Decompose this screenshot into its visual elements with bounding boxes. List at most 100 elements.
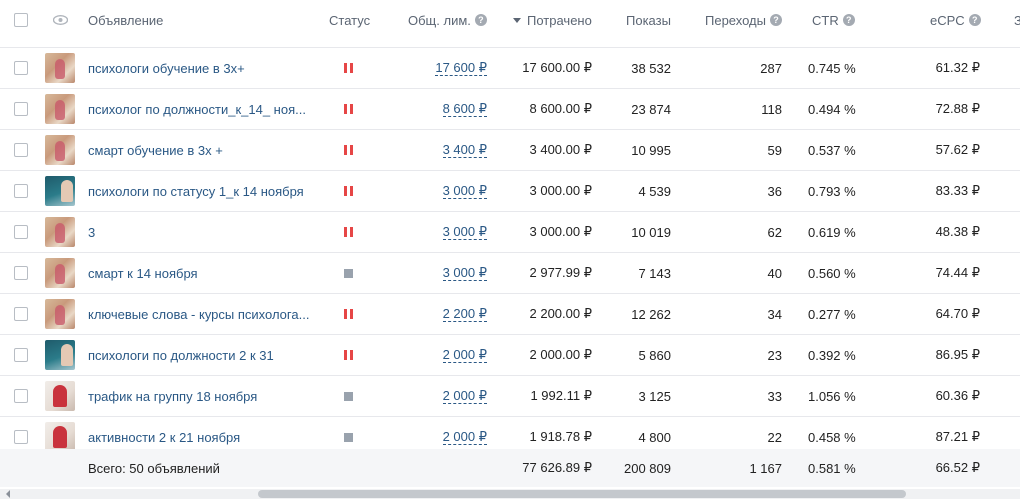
impressions-value: 12 262 xyxy=(631,306,671,322)
table-row[interactable]: трафик на группу 18 ноября 2 000 ₽ 1 992.1… xyxy=(0,376,1020,417)
select-all-checkbox[interactable] xyxy=(14,0,28,40)
ad-thumbnail[interactable] xyxy=(45,89,75,129)
status-cell[interactable] xyxy=(344,89,353,129)
ad-name-link[interactable]: психологи по статусу 1_к 14 ноября xyxy=(88,171,304,211)
row-checkbox[interactable] xyxy=(14,253,28,293)
row-checkbox[interactable] xyxy=(14,376,28,416)
limit-value[interactable]: 3 400 ₽ xyxy=(442,130,487,170)
ecpc-value: 72.88 ₽ xyxy=(935,101,980,116)
table-row[interactable]: психологи обучение в 3х+ 17 600 ₽ 17 600.0… xyxy=(0,48,1020,89)
row-checkbox[interactable] xyxy=(14,294,28,334)
ad-name-link[interactable]: психологи обучение в 3х+ xyxy=(88,48,245,88)
limit-value[interactable]: 3 000 ₽ xyxy=(442,253,487,293)
ad-thumbnail[interactable] xyxy=(45,171,75,211)
limit-value[interactable]: 2 000 ₽ xyxy=(442,335,487,375)
paused-status-icon[interactable] xyxy=(344,145,353,155)
ad-thumbnail[interactable] xyxy=(45,253,75,293)
help-icon[interactable]: ? xyxy=(474,14,487,26)
status-cell[interactable] xyxy=(344,294,353,334)
row-checkbox[interactable] xyxy=(14,171,28,211)
status-cell[interactable] xyxy=(344,376,353,416)
ad-name-link[interactable]: ключевые слова - курсы психолога... xyxy=(88,294,309,334)
help-icon[interactable]: ? xyxy=(769,14,782,26)
scrollbar-thumb[interactable] xyxy=(258,490,906,498)
col-impressions[interactable]: Показы xyxy=(626,0,671,40)
ecpc-value: 57.62 ₽ xyxy=(935,142,980,157)
col-limit[interactable]: Общ. лим.? xyxy=(408,0,487,40)
totals-ecpc: 66.52 ₽ xyxy=(935,460,980,475)
ad-name-link[interactable]: психолог по должности_к_14_ ноя... xyxy=(88,89,306,129)
table-row[interactable]: психологи по статусу 1_к 14 ноября 3 000 … xyxy=(0,171,1020,212)
paused-status-icon[interactable] xyxy=(344,227,353,237)
col-ad[interactable]: Объявление xyxy=(88,0,163,40)
scroll-left-arrow-icon[interactable] xyxy=(6,490,10,498)
eye-icon[interactable] xyxy=(53,0,68,40)
impressions-value: 5 860 xyxy=(638,347,671,363)
paused-status-icon[interactable] xyxy=(344,350,353,360)
status-cell[interactable] xyxy=(344,171,353,211)
limit-value[interactable]: 3 000 ₽ xyxy=(442,212,487,252)
spent-value: 3 000.00 ₽ xyxy=(529,224,593,239)
status-cell[interactable] xyxy=(344,212,353,252)
table-row[interactable]: смарт к 14 ноября 3 000 ₽ 2 977.99 ₽ 7 143 4… xyxy=(0,253,1020,294)
paused-status-icon[interactable] xyxy=(344,104,353,114)
status-cell[interactable] xyxy=(344,130,353,170)
ad-name-link[interactable]: смарт обучение в 3х + xyxy=(88,130,223,170)
table-row[interactable]: психолог по должности_к_14_ ноя... 8 600 … xyxy=(0,89,1020,130)
ad-name-link[interactable]: психологи по должности 2 к 31 xyxy=(88,335,274,375)
ecpc-value: 64.70 ₽ xyxy=(935,306,980,321)
impressions-value: 10 995 xyxy=(631,142,671,158)
table-row[interactable]: смарт обучение в 3х + 3 400 ₽ 3 400.00 ₽ 10… xyxy=(0,130,1020,171)
col-status[interactable]: Статус xyxy=(329,0,370,40)
impressions-value: 3 125 xyxy=(638,388,671,404)
horizontal-scrollbar[interactable] xyxy=(0,489,1020,499)
row-checkbox[interactable] xyxy=(14,212,28,252)
ad-name-link[interactable]: смарт к 14 ноября xyxy=(88,253,198,293)
row-checkbox[interactable] xyxy=(14,48,28,88)
ad-thumbnail[interactable] xyxy=(45,48,75,88)
table-row[interactable]: 3 3 000 ₽ 3 000.00 ₽ 10 019 62 0.619 % 48.38 ₽ xyxy=(0,212,1020,253)
limit-value[interactable]: 8 600 ₽ xyxy=(442,89,487,129)
status-cell[interactable] xyxy=(344,253,353,293)
table-row[interactable]: психологи по должности 2 к 31 2 000 ₽ 2 00… xyxy=(0,335,1020,376)
impressions-value: 23 874 xyxy=(631,101,671,117)
paused-status-icon[interactable] xyxy=(344,63,353,73)
stopped-status-icon[interactable] xyxy=(344,432,353,442)
help-icon[interactable]: ? xyxy=(842,14,855,26)
clicks-value: 40 xyxy=(767,265,782,281)
spent-value: 17 600.00 ₽ xyxy=(522,60,592,75)
col-spent[interactable]: Потрачено xyxy=(513,0,592,40)
ecpc-value: 61.32 ₽ xyxy=(935,60,980,75)
row-checkbox[interactable] xyxy=(14,335,28,375)
col-clicks[interactable]: Переходы? xyxy=(705,0,782,40)
paused-status-icon[interactable] xyxy=(344,309,353,319)
ad-thumbnail[interactable] xyxy=(45,335,75,375)
limit-value[interactable]: 17 600 ₽ xyxy=(435,48,487,88)
ad-thumbnail[interactable] xyxy=(45,294,75,334)
paused-status-icon[interactable] xyxy=(344,186,353,196)
col-ctr[interactable]: CTR? xyxy=(812,0,855,40)
ad-thumbnail[interactable] xyxy=(45,212,75,252)
status-cell[interactable] xyxy=(344,48,353,88)
impressions-value: 4 539 xyxy=(638,183,671,199)
stopped-status-icon[interactable] xyxy=(344,391,353,401)
col-next-truncated[interactable]: З xyxy=(1014,0,1020,40)
ad-thumbnail[interactable] xyxy=(45,130,75,170)
row-checkbox[interactable] xyxy=(14,89,28,129)
table-row[interactable]: ключевые слова - курсы психолога... 2 200… xyxy=(0,294,1020,335)
status-cell[interactable] xyxy=(344,335,353,375)
totals-impressions: 200 809 xyxy=(624,460,671,476)
ads-table: Объявление Статус Общ. лим.? Потрачено П… xyxy=(0,0,1020,458)
stopped-status-icon[interactable] xyxy=(344,268,353,278)
help-icon[interactable]: ? xyxy=(968,14,981,26)
col-ecpc[interactable]: eCPC? xyxy=(930,0,981,40)
ctr-value: 0.560 % xyxy=(808,265,856,281)
limit-value[interactable]: 2 000 ₽ xyxy=(442,376,487,416)
row-checkbox[interactable] xyxy=(14,130,28,170)
limit-value[interactable]: 3 000 ₽ xyxy=(442,171,487,211)
limit-value[interactable]: 2 200 ₽ xyxy=(442,294,487,334)
impressions-value: 7 143 xyxy=(638,265,671,281)
ad-thumbnail[interactable] xyxy=(45,376,75,416)
ad-name-link[interactable]: трафик на группу 18 ноября xyxy=(88,376,257,416)
ad-name-link[interactable]: 3 xyxy=(88,212,95,252)
